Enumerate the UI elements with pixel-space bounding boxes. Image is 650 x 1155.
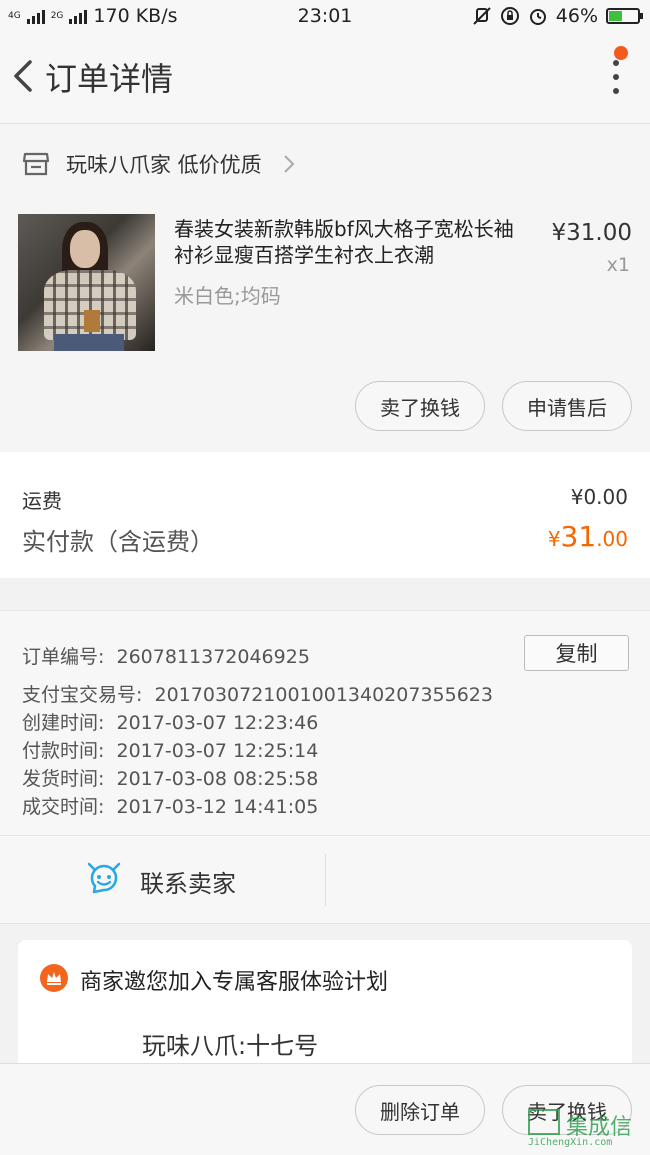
back-arrow-icon[interactable]: [8, 56, 38, 96]
silent-icon: [473, 7, 491, 25]
shipping-label: 运费: [22, 489, 62, 513]
bottom-action-bar: 删除订单 卖了换钱 集成信 JiChengXin.com: [0, 1063, 650, 1155]
status-right: 46%: [472, 5, 643, 27]
shipping-value: ¥0.00: [570, 485, 628, 509]
paid-label: 实付款（含运费）: [22, 528, 214, 556]
watermark: 集成信 JiChengXin.com: [526, 1103, 646, 1151]
after-sales-button[interactable]: 申请售后: [502, 381, 632, 431]
shipped-row: 发货时间: 2017-03-08 08:25:58: [22, 764, 318, 791]
contact-bar: 联系卖家: [0, 836, 650, 924]
product-image[interactable]: [18, 214, 155, 351]
alarm-icon: [529, 9, 546, 25]
notification-dot: [614, 46, 628, 60]
shipped-label: 发货时间:: [22, 768, 105, 790]
fees-panel: 运费 ¥0.00 实付款（含运费） ¥ 31 .00: [0, 452, 650, 578]
rotation-lock-icon: [500, 7, 519, 25]
shop-row[interactable]: 玩味八爪家 低价优质: [0, 124, 650, 204]
alipay-number: 2017030721001001340207355623: [154, 684, 493, 706]
product-qty: x1: [606, 254, 630, 276]
sell-for-cash-button[interactable]: 卖了换钱: [355, 381, 485, 431]
nav-bar: 订单详情: [0, 34, 650, 124]
alipay-row: 支付宝交易号: 2017030721001001340207355623: [22, 680, 493, 707]
delete-order-button[interactable]: 删除订单: [355, 1085, 485, 1135]
divider: [325, 854, 326, 906]
order-item: 春装女装新款韩版bf风大格子宽松长袖衬衫显瘦百搭学生衬衣上衣潮 米白色;均码 ¥…: [0, 204, 650, 452]
more-menu-icon[interactable]: [610, 56, 622, 96]
paid-time: 2017-03-07 12:25:14: [116, 740, 319, 762]
done-time: 2017-03-12 14:41:05: [116, 796, 319, 818]
paid-decimal: .00: [596, 527, 628, 551]
done-label: 成交时间:: [22, 796, 105, 818]
alipay-label: 支付宝交易号:: [22, 684, 143, 706]
created-row: 创建时间: 2017-03-07 12:23:46: [22, 708, 318, 735]
crown-icon: [40, 964, 68, 992]
battery-percent: 46%: [555, 5, 598, 27]
paid-currency: ¥: [547, 527, 561, 551]
done-row: 成交时间: 2017-03-12 14:41:05: [22, 792, 318, 819]
watermark-url: JiChengXin.com: [528, 1137, 613, 1148]
battery-icon: [606, 8, 643, 24]
watermark-logo-icon: [528, 1109, 560, 1135]
order-number-row: 订单编号: 2607811372046925: [22, 642, 310, 669]
chevron-right-icon: [283, 155, 295, 173]
promo-heading: 商家邀您加入专属客服体验计划: [80, 970, 389, 995]
copy-button[interactable]: 复制: [524, 635, 629, 671]
product-sku: 米白色;均码: [174, 284, 281, 308]
order-number-label: 订单编号:: [22, 646, 105, 668]
promo-card[interactable]: 商家邀您加入专属客服体验计划 玩味八爪:十七号: [18, 940, 632, 1080]
order-number: 2607811372046925: [116, 646, 310, 668]
contact-seller-button[interactable]: 联系卖家: [140, 864, 236, 899]
shipped-time: 2017-03-08 08:25:58: [116, 768, 319, 790]
shop-name: 玩味八爪家 低价优质: [66, 153, 262, 177]
paid-amount: ¥ 31 .00: [548, 520, 628, 553]
page-title: 订单详情: [45, 60, 174, 98]
status-bar: 4G 2G 170 KB/s 23:01 46%: [0, 0, 650, 34]
battery-fill: [609, 11, 622, 21]
paid-integer: 31: [560, 520, 597, 553]
product-title[interactable]: 春装女装新款韩版bf风大格子宽松长袖衬衫显瘦百搭学生衬衣上衣潮: [174, 216, 526, 268]
paid-time-label: 付款时间:: [22, 740, 105, 762]
chat-smile-icon[interactable]: [86, 860, 122, 896]
paid-time-row: 付款时间: 2017-03-07 12:25:14: [22, 736, 318, 763]
created-time: 2017-03-07 12:23:46: [116, 712, 319, 734]
created-label: 创建时间:: [22, 712, 105, 734]
promo-shop-name: 玩味八爪:十七号: [142, 1032, 319, 1060]
store-icon: [22, 152, 50, 176]
order-info: 订单编号: 2607811372046925 复制 支付宝交易号: 201703…: [0, 610, 650, 836]
product-price: ¥31.00: [551, 220, 632, 246]
